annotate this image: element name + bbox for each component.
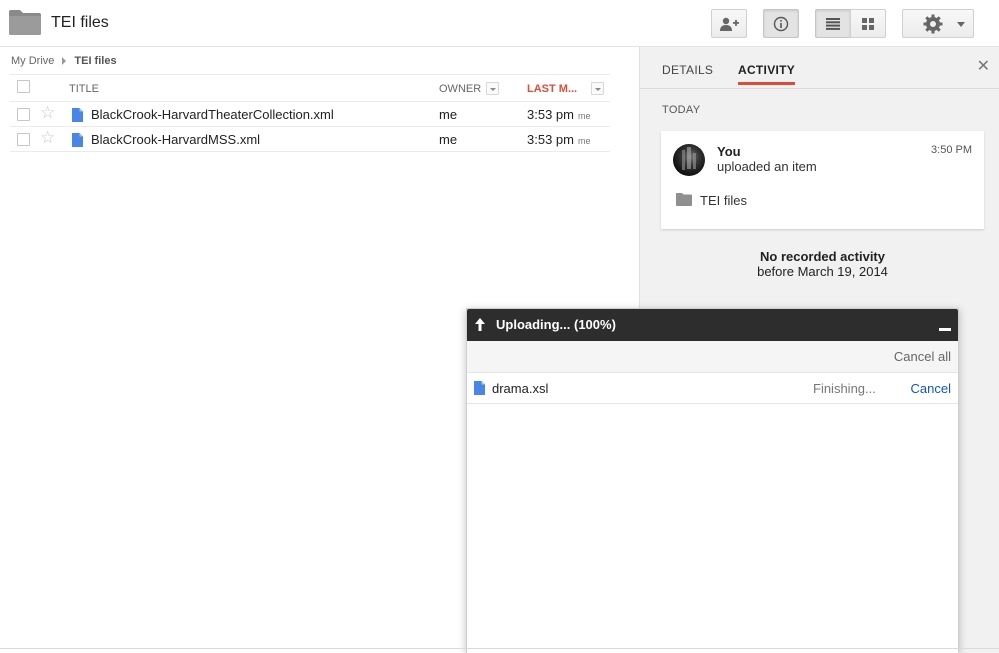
grid-view-icon: [862, 17, 874, 30]
no-activity-message: No recorded activity before March 19, 20…: [661, 249, 984, 279]
modified-by: me: [577, 136, 591, 146]
info-button[interactable]: [763, 9, 799, 38]
grid-view-button[interactable]: [850, 9, 886, 38]
chevron-down-icon: [957, 22, 965, 27]
modified-time: 3:53 pm: [527, 132, 574, 147]
document-icon: [72, 108, 83, 122]
list-view-icon: [826, 17, 840, 30]
upload-toolbar: Cancel all: [467, 341, 958, 373]
file-list-header: TITLE OWNER LAST M...: [10, 74, 610, 102]
breadcrumb-my-drive[interactable]: My Drive: [11, 55, 54, 67]
top-header: TEI files: [0, 0, 999, 47]
star-icon[interactable]: ☆: [40, 103, 55, 123]
activity-action: uploaded an item: [717, 159, 817, 174]
breadcrumb-separator-icon: [62, 57, 67, 65]
panel-tabs: DETAILS ACTIVITY ✕: [640, 47, 999, 89]
file-row[interactable]: ☆ BlackCrook-HarvardTheaterCollection.xm…: [10, 102, 610, 127]
file-name[interactable]: BlackCrook-HarvardTheaterCollection.xml: [91, 107, 334, 122]
upload-item-status: Finishing...: [813, 381, 876, 396]
document-icon: [474, 381, 485, 395]
section-label-today: TODAY: [662, 104, 701, 116]
minimize-icon[interactable]: [939, 319, 951, 331]
add-person-icon: [720, 17, 739, 31]
document-icon: [72, 133, 83, 147]
modified-time: 3:53 pm: [527, 107, 574, 122]
activity-time: 3:50 PM: [931, 144, 972, 156]
breadcrumb: My Drive TEI files: [11, 55, 117, 67]
owner-sort-dropdown[interactable]: [486, 82, 499, 95]
file-name[interactable]: BlackCrook-HarvardMSS.xml: [91, 132, 260, 147]
no-activity-line2: before March 19, 2014: [757, 264, 888, 279]
upload-dialog-title: Uploading... (100%): [496, 317, 616, 332]
gear-icon: [923, 14, 943, 33]
tab-activity[interactable]: ACTIVITY: [738, 63, 796, 85]
file-modified: 3:53 pm me: [527, 107, 591, 122]
settings-button[interactable]: [902, 9, 974, 38]
avatar: [673, 144, 705, 176]
upload-arrow-icon: [475, 318, 485, 331]
file-owner: me: [439, 132, 458, 147]
activity-target[interactable]: TEI files: [700, 193, 747, 208]
row-checkbox[interactable]: [17, 133, 30, 146]
tab-details[interactable]: DETAILS: [662, 63, 713, 77]
upload-item-name[interactable]: drama.xsl: [492, 381, 548, 396]
activity-user: You: [717, 144, 741, 159]
upload-item: drama.xsl Finishing... Cancel: [467, 373, 958, 404]
breadcrumb-current: TEI files: [74, 55, 117, 67]
no-activity-line1: No recorded activity: [760, 249, 885, 264]
file-owner: me: [439, 107, 458, 122]
star-icon[interactable]: ☆: [40, 128, 55, 148]
select-all-checkbox[interactable]: [17, 80, 30, 93]
file-row[interactable]: ☆ BlackCrook-HarvardMSS.xml me 3:53 pm me: [10, 127, 610, 152]
page-title: TEI files: [51, 14, 109, 31]
column-owner[interactable]: OWNER: [439, 83, 481, 95]
info-icon: [773, 16, 789, 31]
folder-icon: [9, 10, 41, 35]
upload-dialog: Uploading... (100%) Cancel all drama.xsl…: [466, 308, 959, 653]
column-title[interactable]: TITLE: [69, 83, 99, 95]
share-button[interactable]: [711, 9, 747, 38]
file-modified: 3:53 pm me: [527, 132, 591, 147]
upload-dialog-header[interactable]: Uploading... (100%): [467, 309, 958, 341]
close-icon[interactable]: ✕: [977, 59, 990, 75]
list-view-button[interactable]: [815, 9, 851, 38]
last-modified-sort-dropdown[interactable]: [591, 82, 604, 95]
modified-by: me: [577, 111, 591, 121]
bottom-divider: [0, 648, 999, 649]
row-checkbox[interactable]: [17, 108, 30, 121]
column-last-modified[interactable]: LAST M...: [527, 83, 577, 95]
folder-icon: [676, 193, 692, 206]
upload-item-cancel-button[interactable]: Cancel: [911, 381, 951, 396]
activity-card: You uploaded an item 3:50 PM TEI files: [661, 131, 984, 229]
cancel-all-button[interactable]: Cancel all: [894, 349, 951, 364]
